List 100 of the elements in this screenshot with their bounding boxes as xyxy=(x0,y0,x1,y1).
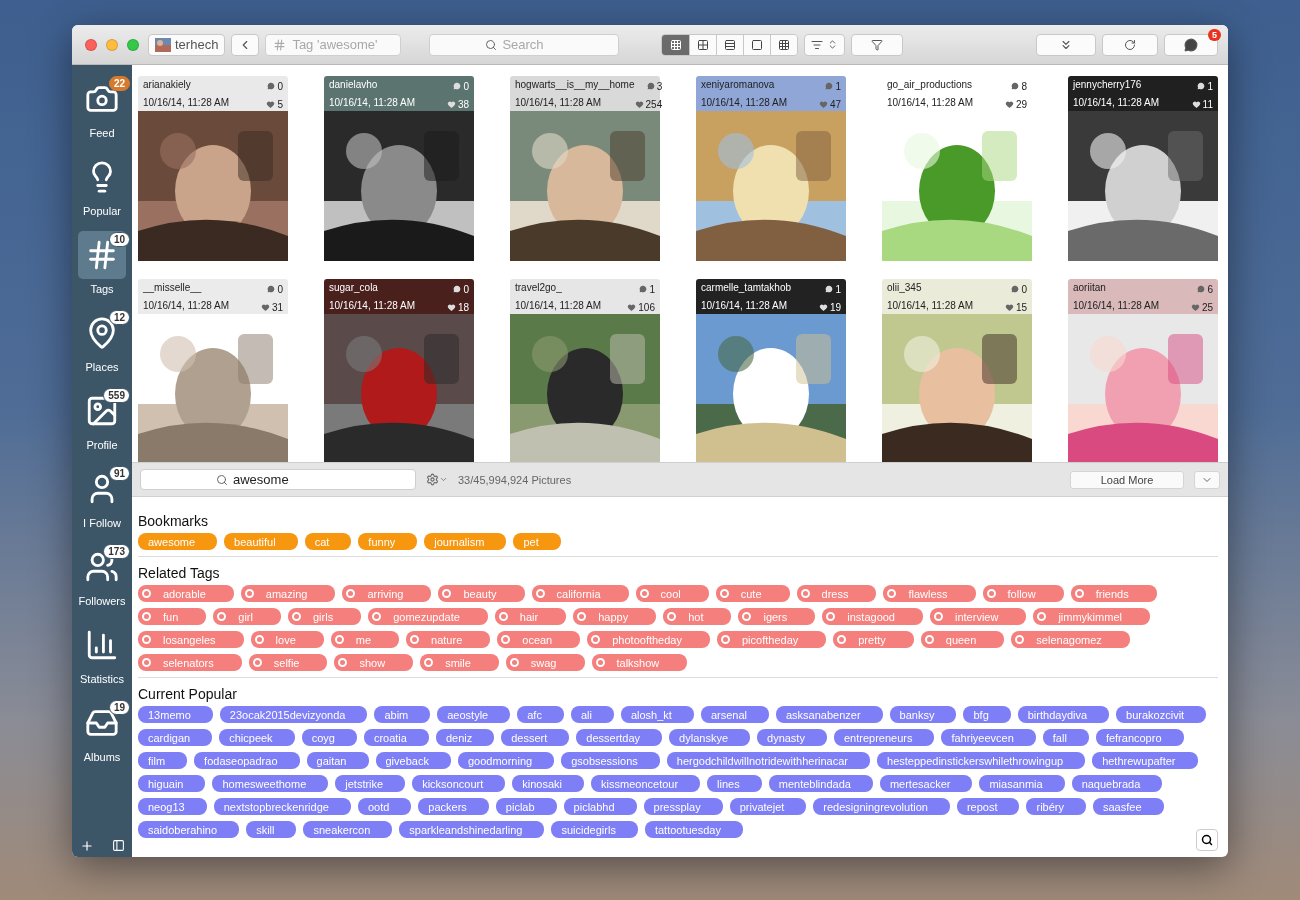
tag-pill[interactable]: selenators xyxy=(138,654,242,671)
tag-pill[interactable]: journalism xyxy=(424,533,507,550)
tag-pill[interactable]: adorable xyxy=(138,585,234,602)
tag-pill[interactable]: afc xyxy=(517,706,564,723)
tag-pill[interactable]: fun xyxy=(138,608,207,625)
tag-pill[interactable]: arsenal xyxy=(700,706,769,723)
tag-pill[interactable]: tattootuesday xyxy=(644,821,743,838)
tag-pill[interactable]: burakozcivit xyxy=(1116,706,1207,723)
tag-pill[interactable]: awesome xyxy=(138,533,218,550)
tag-pill[interactable]: croatia xyxy=(363,729,429,746)
view-button[interactable] xyxy=(662,34,690,55)
username[interactable]: sugar_cola xyxy=(329,282,447,296)
tag-pill[interactable]: aeostyle xyxy=(437,706,511,723)
tag-pill[interactable]: miasanmia xyxy=(979,775,1065,792)
view-button[interactable] xyxy=(770,34,798,55)
tag-pill[interactable]: losangeles xyxy=(138,631,244,648)
zoom-button[interactable] xyxy=(127,38,139,51)
tag-pill[interactable]: cool xyxy=(635,585,709,602)
tag-pill[interactable]: deniz xyxy=(435,729,495,746)
tag-pill[interactable]: jimmykimmel xyxy=(1033,608,1150,625)
tag-pill[interactable]: dress xyxy=(796,585,877,602)
tag-pill[interactable]: mertesacker xyxy=(879,775,973,792)
tag-pill[interactable]: me xyxy=(330,631,400,648)
tag-pill[interactable]: girls xyxy=(287,608,362,625)
tag-pill[interactable]: pretty xyxy=(833,631,914,648)
tag-pill[interactable]: chicpeek xyxy=(219,729,295,746)
tag-pill[interactable]: swag xyxy=(505,654,585,671)
tag-pill[interactable]: interview xyxy=(930,608,1027,625)
tag-pill[interactable]: smile xyxy=(420,654,499,671)
tag-pill[interactable]: film xyxy=(138,752,188,769)
tag-pill[interactable]: hesteppedinstickerswhilethrowingup xyxy=(877,752,1086,769)
tag-pill[interactable]: show xyxy=(334,654,414,671)
tag-pill[interactable]: california xyxy=(531,585,629,602)
tag-pill[interactable]: igers xyxy=(738,608,816,625)
tag-pill[interactable]: ali xyxy=(570,706,614,723)
tag-pill[interactable]: hair xyxy=(494,608,567,625)
account-button[interactable]: terhech xyxy=(148,33,226,56)
tag-pill[interactable]: coyg xyxy=(301,729,357,746)
tag-pill[interactable]: ribéry xyxy=(1026,798,1086,815)
tag-pill[interactable]: giveback xyxy=(375,752,451,769)
refresh-button[interactable] xyxy=(1102,33,1158,56)
tag-pill[interactable]: queen xyxy=(920,631,1005,648)
tag-pill[interactable]: selenagomez xyxy=(1011,631,1130,648)
search-button[interactable] xyxy=(1196,829,1218,851)
tag-pill[interactable]: selfie xyxy=(248,654,328,671)
username[interactable]: arianakiely xyxy=(143,79,267,93)
tag-pill[interactable]: saasfee xyxy=(1093,798,1164,815)
tag-pill[interactable]: follow xyxy=(982,585,1064,602)
tag-pill[interactable]: piclab xyxy=(495,798,557,815)
tag-pill[interactable]: goodmorning xyxy=(457,752,555,769)
tag-pill[interactable]: birthdaydiva xyxy=(1017,706,1110,723)
view-button[interactable] xyxy=(689,34,717,55)
tag-pill[interactable]: banksy xyxy=(889,706,957,723)
tag-pill[interactable]: 23ocak2015devizyonda xyxy=(219,706,368,723)
username[interactable]: olii_345 xyxy=(887,282,1005,296)
tag-pill[interactable]: girl xyxy=(213,608,281,625)
tag-pill[interactable]: kissmeoncetour xyxy=(591,775,701,792)
tag-pill[interactable]: bfg xyxy=(963,706,1011,723)
username[interactable]: danielavho xyxy=(329,79,447,93)
tag-pill[interactable]: nextstopbreckenridge xyxy=(213,798,351,815)
tag-pill[interactable]: beautiful xyxy=(224,533,298,550)
tag-pill[interactable]: dessertday xyxy=(576,729,663,746)
tag-pill[interactable]: jetstrike xyxy=(335,775,406,792)
view-button[interactable] xyxy=(716,34,744,55)
tag-pill[interactable]: sparkleandshinedarling xyxy=(399,821,545,838)
tag-pill[interactable]: naquebrada xyxy=(1071,775,1163,792)
tag-pill[interactable]: sneakercon xyxy=(303,821,393,838)
username[interactable]: aoriitan xyxy=(1073,282,1191,296)
tag-pill[interactable]: love xyxy=(250,631,324,648)
tag-pill[interactable]: dynasty xyxy=(757,729,827,746)
username[interactable]: go_air_productions xyxy=(887,79,1005,93)
username[interactable]: __misselle__ xyxy=(143,282,261,296)
view-button[interactable] xyxy=(743,34,771,55)
tag-pill[interactable]: dessert xyxy=(501,729,570,746)
view-switcher[interactable] xyxy=(661,33,799,56)
tag-pill[interactable]: nature xyxy=(406,631,491,648)
tag-pill[interactable]: friends xyxy=(1070,585,1157,602)
tag-pill[interactable]: 13memo xyxy=(138,706,213,723)
tag-pill[interactable]: photooftheday xyxy=(587,631,710,648)
sidebar-toggle-icon[interactable] xyxy=(111,839,125,852)
back-button[interactable] xyxy=(231,33,260,56)
tag-pill[interactable]: pet xyxy=(513,533,561,550)
tag-pill[interactable]: abim xyxy=(374,706,431,723)
tag-pill[interactable]: cardigan xyxy=(138,729,213,746)
tag-pill[interactable]: funny xyxy=(358,533,418,550)
tag-pill[interactable]: suicidegirls xyxy=(551,821,638,838)
tag-pill[interactable]: flawless xyxy=(883,585,976,602)
tag-pill[interactable]: kinosaki xyxy=(512,775,585,792)
tag-pill[interactable]: hot xyxy=(663,608,732,625)
tag-pill[interactable]: skill xyxy=(246,821,297,838)
tag-pill[interactable]: saidoberahino xyxy=(138,821,240,838)
tag-pill[interactable]: lines xyxy=(707,775,762,792)
tag-pill[interactable]: packers xyxy=(418,798,489,815)
tag-pill[interactable]: gaitan xyxy=(306,752,369,769)
tag-pill[interactable]: homesweethome xyxy=(212,775,329,792)
tag-pill[interactable]: kicksoncourt xyxy=(412,775,506,792)
tag-pill[interactable]: ocean xyxy=(497,631,581,648)
username[interactable]: jennycherry176 xyxy=(1073,79,1192,93)
tag-pill[interactable]: dylanskye xyxy=(669,729,750,746)
tag-pill[interactable]: alosh_kt xyxy=(620,706,694,723)
